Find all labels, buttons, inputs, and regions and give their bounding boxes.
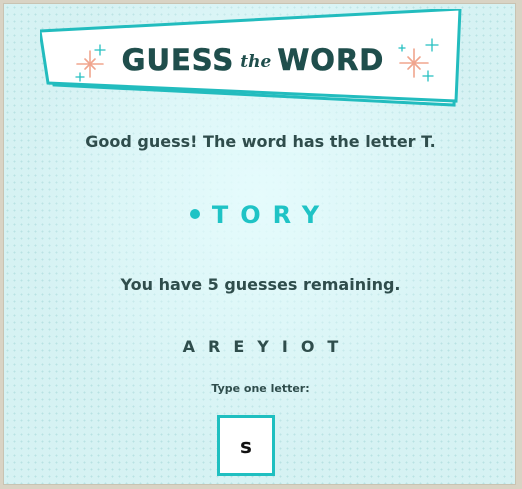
game-title: GUESS the WORD: [40, 43, 466, 78]
feedback-message: Good guess! The word has the letter T.: [85, 132, 436, 151]
guessed-letters: AREYIOT: [182, 337, 352, 356]
letter-input[interactable]: [217, 415, 275, 476]
input-label: Type one letter:: [211, 382, 310, 395]
title-banner: GUESS the WORD: [40, 9, 466, 109]
revealed-letters: TORY: [211, 201, 332, 229]
hidden-letter-dot-icon: [189, 209, 200, 219]
word-pattern: TORY: [4, 201, 517, 229]
title-word: WORD: [277, 43, 385, 78]
remaining-guesses: You have 5 guesses remaining.: [120, 275, 401, 294]
title-guess: GUESS: [121, 43, 235, 78]
game-frame: GUESS the WORD Good guess! The word has th…: [3, 3, 516, 485]
title-the: the: [240, 52, 272, 72]
